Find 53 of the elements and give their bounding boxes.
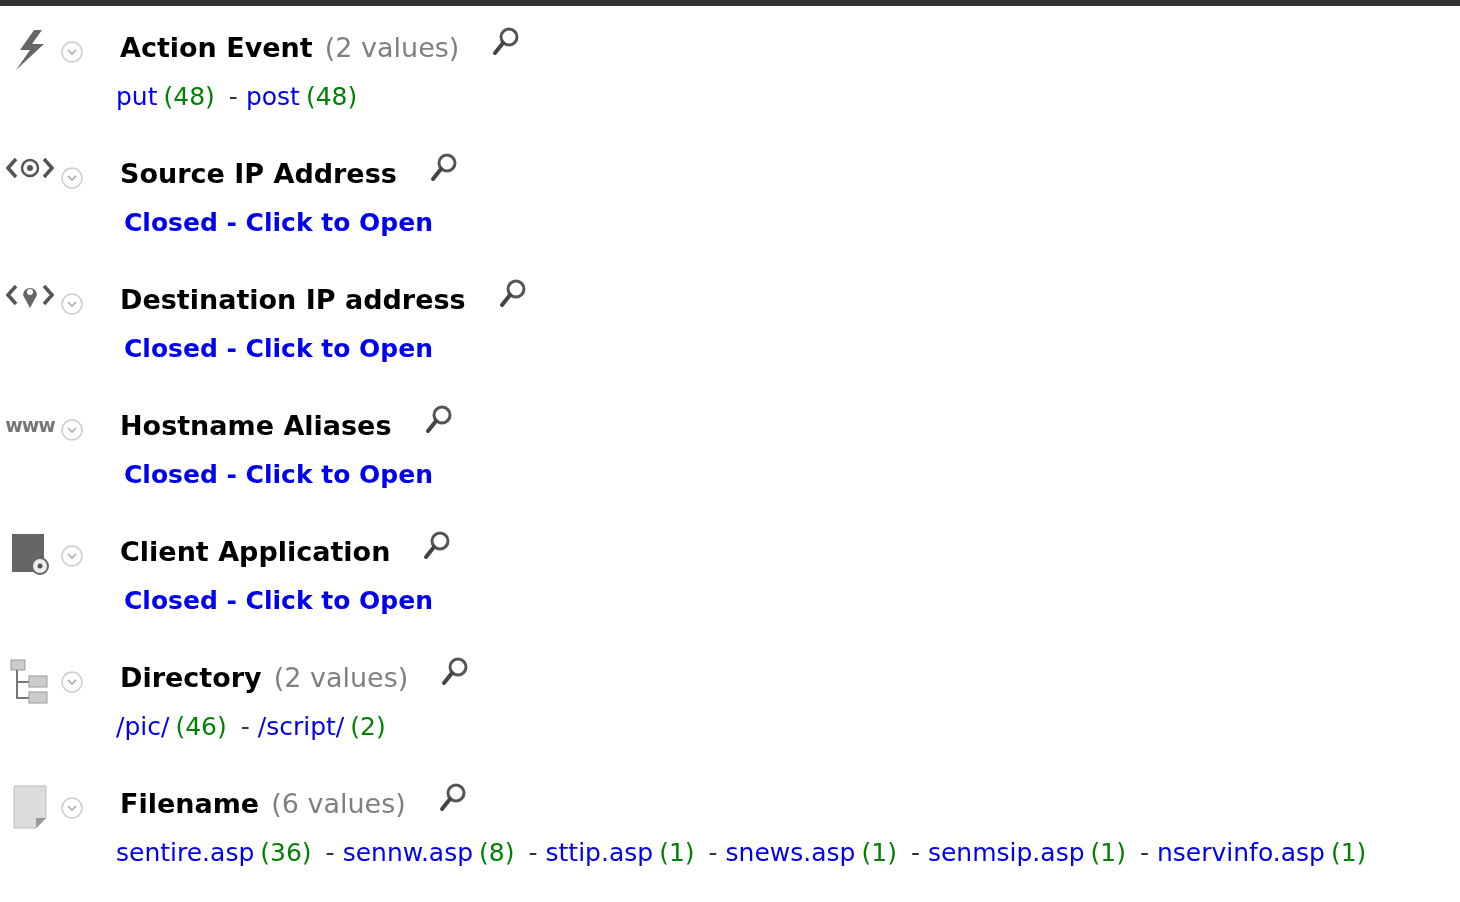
- value-count: (8): [479, 838, 515, 867]
- value-count: (2): [350, 712, 386, 741]
- search-button[interactable]: [428, 152, 459, 184]
- open-section-link[interactable]: Closed - Click to Open: [124, 334, 433, 363]
- value-link[interactable]: snews.asp: [725, 838, 856, 867]
- search-icon: [437, 782, 468, 814]
- open-section-link[interactable]: Closed - Click to Open: [124, 586, 433, 615]
- separator: -: [910, 838, 920, 867]
- application-disc-icon: [10, 532, 50, 576]
- value-total: (2 values): [324, 31, 460, 63]
- separator: -: [708, 838, 718, 867]
- separator: -: [240, 712, 250, 741]
- search-icon: [428, 152, 459, 184]
- field-title: Filename: [120, 787, 260, 819]
- value-count: (1): [1330, 838, 1367, 867]
- search-button[interactable]: [497, 278, 528, 310]
- search-icon: [497, 278, 528, 310]
- document-icon: [12, 784, 48, 830]
- field-title: Hostname Aliases: [120, 409, 392, 441]
- value-count: (48): [163, 82, 215, 111]
- open-section-link[interactable]: Closed - Click to Open: [124, 460, 433, 489]
- value-count: (48): [305, 82, 358, 111]
- search-button[interactable]: [423, 404, 454, 436]
- value-link[interactable]: nservinfo.asp: [1157, 838, 1325, 867]
- www-icon: www: [5, 414, 55, 436]
- value-link[interactable]: sennw.asp: [342, 838, 474, 867]
- value-link[interactable]: senmsip.asp: [927, 838, 1085, 867]
- field-title: Directory: [120, 661, 262, 693]
- field-title: Client Application: [120, 535, 391, 567]
- value-link[interactable]: /script/: [257, 712, 345, 741]
- value-link[interactable]: sentire.asp: [116, 838, 255, 867]
- value-count: (1): [1090, 838, 1126, 867]
- value-link[interactable]: post: [245, 82, 300, 111]
- field-title: Source IP Address: [120, 157, 397, 189]
- field-title: Action Event: [120, 31, 313, 63]
- value-total: (6 values): [271, 787, 406, 819]
- value-link[interactable]: /pic/: [116, 712, 170, 741]
- value-count: (1): [861, 838, 897, 867]
- separator: -: [228, 82, 238, 111]
- open-section-link[interactable]: Closed - Click to Open: [124, 208, 433, 237]
- value-link[interactable]: put: [116, 82, 158, 111]
- search-icon: [423, 404, 454, 436]
- value-link[interactable]: sttip.asp: [545, 838, 654, 867]
- folder-tree-icon: [9, 658, 51, 704]
- search-button[interactable]: [437, 782, 468, 814]
- separator: -: [1139, 838, 1149, 867]
- value-total: (2 values): [273, 661, 409, 693]
- value-count: (46): [175, 712, 227, 741]
- field-title: Destination IP address: [120, 283, 466, 315]
- separator: -: [325, 838, 335, 867]
- value-count: (1): [659, 838, 695, 867]
- separator: -: [528, 838, 538, 867]
- value-count: (36): [260, 838, 312, 867]
